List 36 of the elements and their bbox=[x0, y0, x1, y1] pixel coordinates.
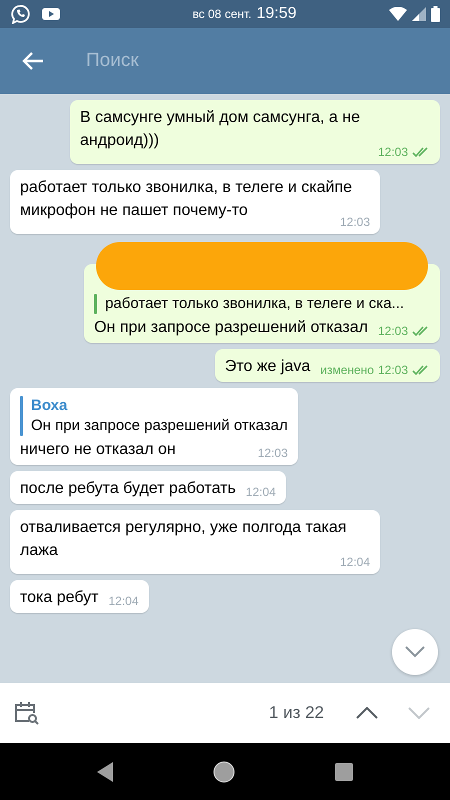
message-time: 12:03 bbox=[340, 215, 370, 229]
edited-label: изменено bbox=[320, 363, 374, 377]
back-triangle-icon[interactable] bbox=[97, 762, 113, 782]
message-text: после ребута будет работать bbox=[20, 479, 236, 499]
quote-bar bbox=[94, 294, 98, 314]
status-date: вс 08 сент. bbox=[192, 7, 252, 21]
play-icon bbox=[42, 7, 60, 21]
chevron-down-icon bbox=[405, 646, 425, 658]
message-time: 12:04 bbox=[246, 485, 276, 499]
result-counter: 1 из 22 bbox=[268, 703, 324, 723]
message-text: ничего не отказал он bbox=[20, 440, 176, 460]
wifi-icon bbox=[389, 7, 407, 21]
message-time: 12:03 bbox=[378, 324, 408, 338]
calendar-search-icon[interactable] bbox=[14, 700, 40, 726]
reply-text: Он при запросе разрешений отказал bbox=[31, 416, 288, 436]
message-text: Он при запросе разрешений отказал bbox=[94, 318, 368, 338]
signal-icon bbox=[412, 7, 426, 21]
message-text: тока ребут bbox=[20, 588, 98, 608]
quote-bar bbox=[20, 396, 23, 436]
search-field[interactable]: Поиск bbox=[86, 50, 386, 72]
message-time: 12:03 bbox=[378, 145, 408, 159]
square-icon[interactable] bbox=[335, 762, 353, 780]
message-time: 12:03 bbox=[258, 446, 288, 460]
scroll-down-button[interactable] bbox=[392, 629, 438, 675]
message-time: 12:04 bbox=[340, 555, 370, 569]
message-time: 12:03 bbox=[378, 363, 408, 377]
battery-icon bbox=[431, 6, 440, 22]
message-text: Это же java bbox=[224, 357, 310, 377]
phone-bubble-icon bbox=[10, 4, 30, 24]
message-time: 12:04 bbox=[108, 594, 139, 608]
chevron-up-icon[interactable] bbox=[356, 707, 378, 719]
reply-text: работает только звонилка, в телеге и ска... bbox=[105, 294, 404, 314]
back-arrow-icon[interactable] bbox=[22, 52, 44, 70]
status-time: 19:59 bbox=[256, 5, 297, 23]
home-circle-icon[interactable] bbox=[213, 760, 235, 782]
reply-sender: Воха bbox=[31, 396, 68, 416]
